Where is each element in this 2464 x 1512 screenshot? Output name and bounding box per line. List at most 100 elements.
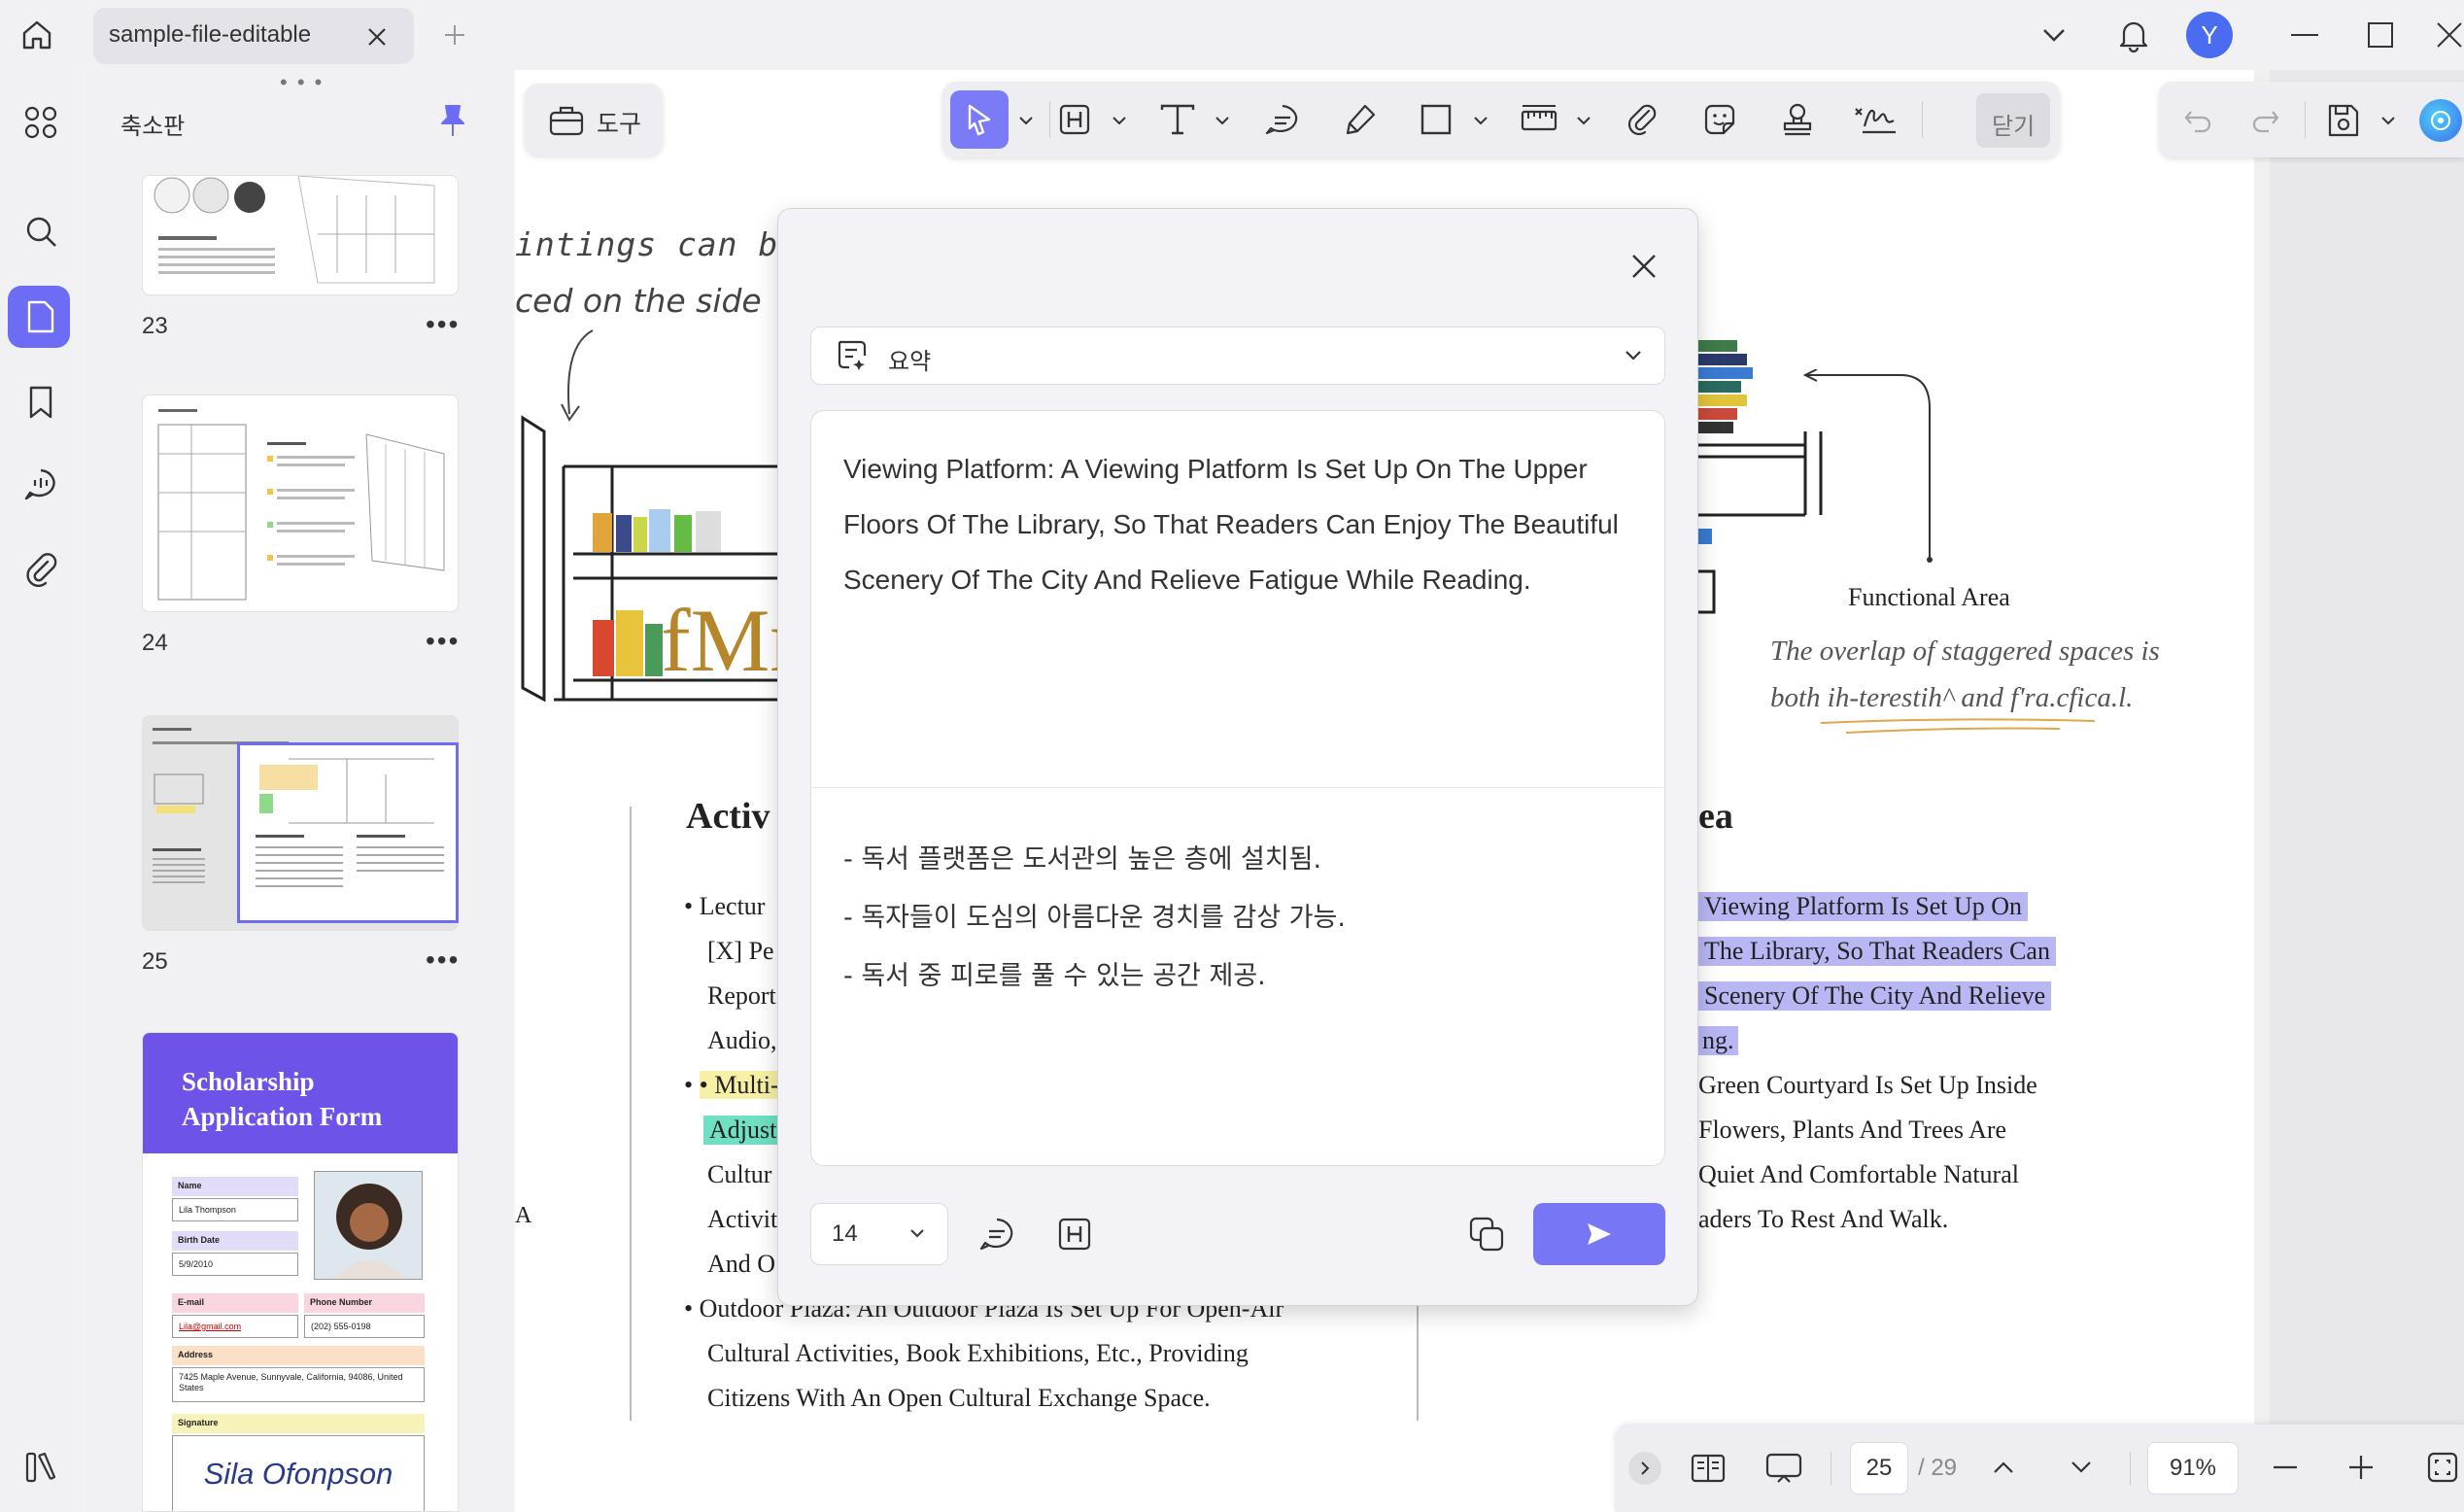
pen-icon bbox=[1346, 104, 1376, 135]
thumbnail-viewport-indicator[interactable] bbox=[237, 742, 459, 923]
thumbnail-page-24[interactable] bbox=[142, 395, 459, 612]
chevron-down-icon[interactable] bbox=[1112, 116, 1127, 125]
form-signature-value: Sila Ofonpson bbox=[172, 1435, 425, 1511]
chevron-down-icon[interactable] bbox=[1625, 350, 1642, 361]
sticker-icon bbox=[1704, 104, 1735, 135]
search-icon[interactable] bbox=[17, 208, 64, 255]
bookshelf-illustration: fMr bbox=[521, 415, 779, 703]
bookmark-icon[interactable] bbox=[17, 379, 64, 426]
chevron-down-icon[interactable] bbox=[2035, 17, 2073, 52]
send-button[interactable] bbox=[1533, 1203, 1665, 1265]
thumbnail-more-menu[interactable]: ••• bbox=[426, 945, 460, 976]
annotation-toolbar: 닫기 bbox=[942, 82, 2060, 157]
comment-icon[interactable] bbox=[17, 461, 64, 507]
form-phone-value: (202) 555-0198 bbox=[304, 1315, 425, 1338]
doc-line: Cultur bbox=[707, 1160, 772, 1188]
thumbnail-more-menu[interactable]: ••• bbox=[426, 626, 460, 657]
comment-tool[interactable] bbox=[1253, 90, 1312, 149]
save-icon[interactable] bbox=[2322, 99, 2365, 142]
mode-select[interactable] bbox=[810, 326, 1665, 385]
summary-item: - 독서 플랫폼은 도서관의 높은 층에 설치됨. bbox=[843, 844, 1322, 875]
thumbnail-page-26[interactable]: Scholarship Application Form Name Lila T… bbox=[142, 1032, 459, 1512]
doc-line-highlighted: Viewing Platform Is Set Up On bbox=[1698, 892, 2029, 921]
undo-icon[interactable] bbox=[2178, 101, 2217, 140]
maximize-icon[interactable] bbox=[2361, 17, 2400, 52]
zoom-out-icon[interactable] bbox=[2268, 1450, 2303, 1485]
page-layout-icon[interactable] bbox=[1687, 1448, 1729, 1489]
doc-line: • • Multi- bbox=[684, 1071, 779, 1099]
bell-icon[interactable] bbox=[2112, 14, 2155, 56]
close-dialog-icon[interactable] bbox=[1623, 245, 1665, 288]
next-page-icon[interactable] bbox=[2064, 1450, 2099, 1485]
copy-icon[interactable] bbox=[1463, 1211, 1510, 1257]
shape-tool[interactable] bbox=[1407, 90, 1465, 149]
form-banner: Scholarship Application Form bbox=[143, 1033, 458, 1153]
panel-resize-handle[interactable]: • • • bbox=[280, 70, 324, 95]
toolbox-icon bbox=[549, 106, 584, 136]
chevron-down-icon[interactable] bbox=[1473, 116, 1489, 125]
history-toolbar bbox=[2159, 82, 2464, 157]
thumbnail-page-23[interactable] bbox=[142, 175, 459, 295]
close-tab-icon[interactable] bbox=[359, 19, 394, 54]
chat-mode-icon[interactable] bbox=[974, 1211, 1020, 1257]
text-tool[interactable] bbox=[1148, 90, 1207, 149]
tab-title: sample-file-editable bbox=[109, 21, 312, 48]
close-window-icon[interactable] bbox=[2435, 17, 2464, 52]
new-tab-icon[interactable] bbox=[437, 17, 472, 52]
panel-divider bbox=[812, 787, 1663, 788]
caption-underline-stroke bbox=[1820, 718, 2096, 734]
annotation-arrow bbox=[1803, 369, 1933, 563]
thumbnail-page-number: 23 bbox=[142, 313, 168, 339]
close-toolbar-label: 닫기 bbox=[1992, 114, 2036, 140]
collapse-bar-icon[interactable] bbox=[1628, 1452, 1661, 1485]
panel-title: 축소판 bbox=[120, 114, 186, 140]
chevron-down-icon[interactable] bbox=[909, 1228, 925, 1238]
chevron-down-icon[interactable] bbox=[1576, 116, 1591, 125]
select-tool[interactable] bbox=[950, 90, 1009, 149]
attachment-icon[interactable] bbox=[17, 546, 64, 593]
text-icon bbox=[1160, 104, 1195, 135]
heading-functional-area: ea bbox=[1698, 796, 1733, 837]
pin-icon[interactable] bbox=[433, 101, 472, 140]
zoom-level[interactable]: 91% bbox=[2147, 1442, 2239, 1495]
sticker-tool[interactable] bbox=[1691, 90, 1749, 149]
send-icon bbox=[1588, 1223, 1611, 1245]
measure-tool[interactable] bbox=[1510, 90, 1568, 149]
redo-icon[interactable] bbox=[2246, 101, 2285, 140]
tools-button[interactable]: 도구 bbox=[525, 84, 663, 155]
chevron-down-icon[interactable] bbox=[1215, 116, 1230, 125]
summary-icon bbox=[838, 340, 867, 370]
format-heading-icon[interactable] bbox=[1051, 1211, 1098, 1257]
zoom-in-icon[interactable] bbox=[2344, 1450, 2378, 1485]
attach-tool[interactable] bbox=[1613, 90, 1671, 149]
column-rule bbox=[630, 807, 632, 1421]
ai-assistant-icon[interactable] bbox=[2419, 99, 2462, 142]
cursor-icon bbox=[968, 104, 991, 136]
signature-tool[interactable] bbox=[1846, 90, 1904, 149]
thumbnail-more-menu[interactable]: ••• bbox=[426, 309, 460, 340]
doc-line: Report bbox=[707, 981, 776, 1010]
ruler-icon bbox=[1521, 105, 1557, 131]
vertical-scrollbar[interactable] bbox=[2254, 70, 2270, 1512]
current-page-input[interactable]: 25 bbox=[1850, 1442, 1908, 1495]
signature-icon bbox=[1855, 108, 1896, 134]
doc-line: [X] Pe bbox=[707, 937, 774, 965]
apps-grid-icon[interactable] bbox=[17, 99, 64, 146]
home-icon[interactable] bbox=[14, 14, 60, 56]
fit-page-icon[interactable] bbox=[2423, 1448, 2462, 1487]
bar-divider bbox=[2130, 1452, 2131, 1485]
presentation-icon[interactable] bbox=[1762, 1448, 1805, 1489]
chevron-down-icon[interactable] bbox=[1018, 116, 1034, 125]
minimize-icon[interactable] bbox=[2285, 19, 2324, 51]
highlight-tool[interactable] bbox=[1045, 90, 1104, 149]
form-address-value: 7425 Maple Avenue, Sunnyvale, California… bbox=[172, 1367, 425, 1402]
chevron-down-icon[interactable] bbox=[2380, 116, 2396, 125]
previous-page-icon[interactable] bbox=[1986, 1450, 2021, 1485]
library-icon[interactable] bbox=[17, 1444, 64, 1491]
stamp-tool[interactable] bbox=[1768, 90, 1827, 149]
doc-line: Citizens With An Open Cultural Exchange … bbox=[707, 1384, 1211, 1412]
applicant-photo bbox=[314, 1171, 423, 1280]
doc-line-highlighted: Scenery Of The City And Relieve bbox=[1698, 981, 2052, 1011]
pen-tool[interactable] bbox=[1331, 90, 1389, 149]
user-avatar[interactable]: Y bbox=[2186, 12, 2233, 58]
